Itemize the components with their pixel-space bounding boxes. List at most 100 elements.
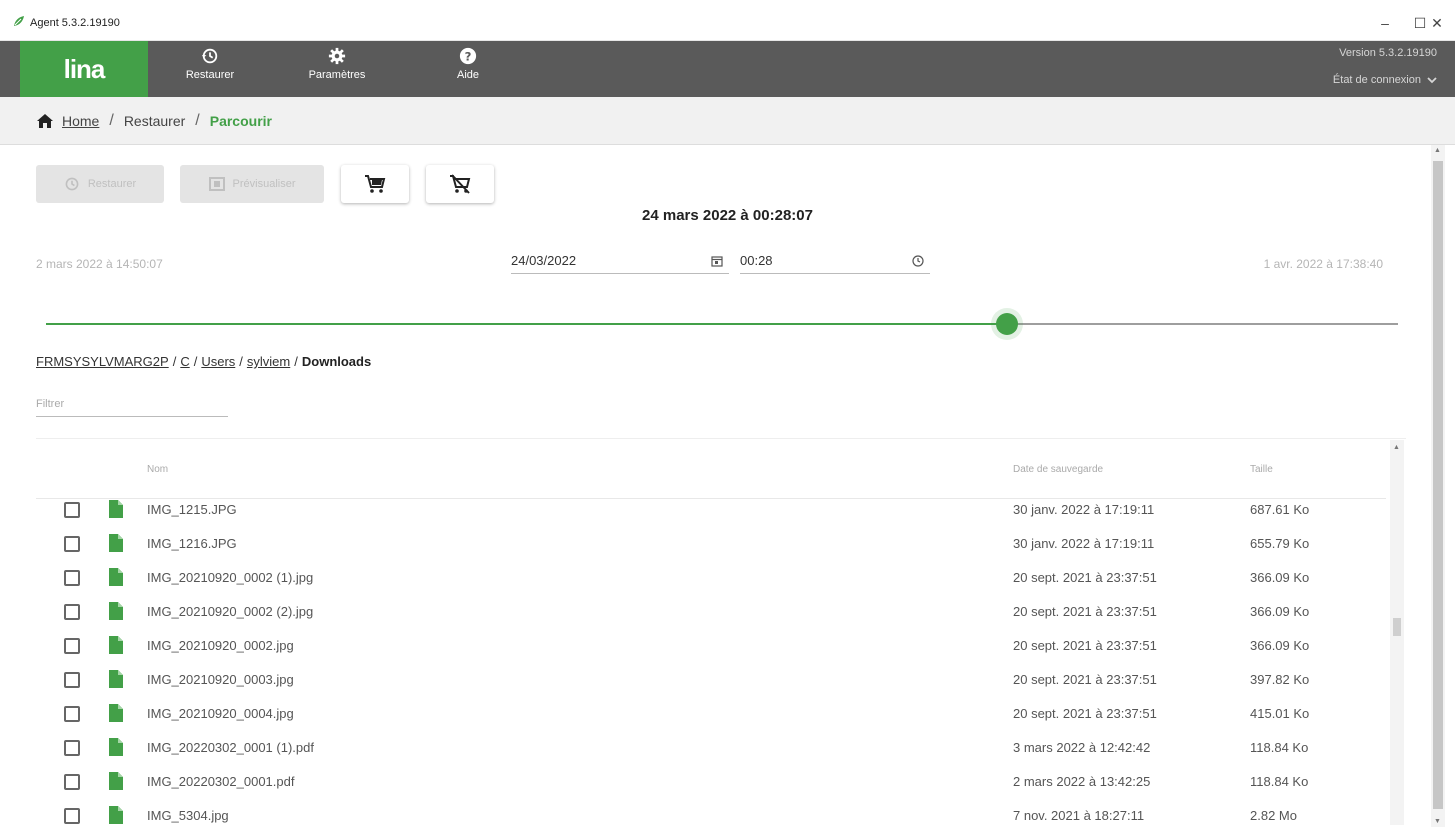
table-row[interactable]: IMG_20210920_0002 (1).jpg 20 sept. 2021 à… (36, 561, 1386, 595)
column-header-size[interactable]: Taille (1250, 464, 1273, 475)
calendar-icon[interactable] (711, 255, 723, 267)
nav-restaurer-label: Restaurer (185, 69, 235, 81)
timeline-slider-track[interactable] (46, 323, 1398, 325)
snapshot-title: 24 mars 2022 à 00:28:07 (642, 207, 813, 224)
column-header-name[interactable]: Nom (147, 464, 168, 475)
cart-off-icon (450, 174, 471, 194)
date-field[interactable]: 24/03/2022 (511, 248, 729, 274)
file-icon (109, 704, 123, 722)
file-size: 366.09 Ko (1250, 638, 1310, 653)
file-backup-date: 7 nov. 2021 à 18:27:11 (1013, 808, 1145, 823)
table-row[interactable]: IMG_20210920_0004.jpg 20 sept. 2021 à 23:… (36, 697, 1386, 731)
table-row[interactable]: IMG_1216.JPG 30 janv. 2022 à 17:19:11 655.… (36, 527, 1386, 561)
table-row[interactable]: IMG_20210920_0002 (2).jpg 20 sept. 2021 à… (36, 595, 1386, 629)
clock-icon[interactable] (912, 254, 924, 267)
range-end-label: 1 avr. 2022 à 17:38:40 (1263, 257, 1383, 271)
file-size: 118.84 Ko (1250, 774, 1309, 789)
scroll-up-arrow-icon[interactable]: ▲ (1393, 444, 1400, 451)
table-row[interactable]: IMG_5304.jpg 7 nov. 2021 à 18:27:11 2.82 M… (36, 799, 1386, 827)
version-label: Version 5.3.2.19190 (1339, 47, 1437, 59)
file-icon (109, 636, 123, 654)
file-icon (109, 670, 123, 688)
preview-button[interactable]: Prévisualiser (180, 165, 324, 203)
add-to-cart-button[interactable] (341, 165, 409, 203)
help-icon: ? (459, 47, 477, 65)
breadcrumb-restaurer[interactable]: Restaurer (124, 113, 185, 129)
path-segment[interactable]: FRMSYSYLVMARG2P (36, 354, 169, 369)
file-name: IMG_20210920_0002.jpg (147, 638, 294, 653)
row-checkbox[interactable] (64, 502, 80, 518)
path-separator: / (193, 354, 198, 369)
table-row[interactable]: IMG_1215.JPG 30 janv. 2022 à 17:19:11 687.… (36, 493, 1386, 527)
column-header-date[interactable]: Date de sauvegarde (1013, 464, 1103, 475)
file-backup-date: 20 sept. 2021 à 23:37:51 (1013, 638, 1157, 653)
path-segment[interactable]: sylviem (247, 354, 290, 369)
path-segment[interactable]: Users (201, 354, 235, 369)
history-icon (201, 48, 218, 64)
file-name: IMG_20210920_0002 (2).jpg (147, 604, 314, 619)
path-separator: / (239, 354, 243, 369)
file-size: 118.84 Ko (1250, 740, 1309, 755)
window-title: Agent 5.3.2.19190 (30, 17, 120, 29)
page-scrollbar[interactable]: ▲ ▼ (1431, 145, 1445, 827)
row-checkbox[interactable] (64, 638, 80, 654)
preview-icon (208, 177, 225, 191)
restore-button[interactable]: Restaurer (36, 165, 164, 203)
close-button[interactable]: ✕ (1422, 10, 1452, 36)
breadcrumb-home[interactable]: Home (62, 113, 99, 129)
row-checkbox[interactable] (64, 808, 80, 824)
row-checkbox[interactable] (64, 604, 80, 620)
file-backup-date: 20 sept. 2021 à 23:37:51 (1013, 570, 1157, 585)
table-scrollbar[interactable]: ▲ (1390, 440, 1404, 825)
timeline-slider-thumb[interactable] (996, 313, 1019, 335)
gear-icon (328, 47, 346, 65)
table-header: Nom Date de sauvegarde Taille (36, 439, 1386, 499)
file-table: Nom Date de sauvegarde Taille IMG_1215.J… (36, 438, 1406, 827)
cart-icon (365, 175, 386, 193)
timeline-slider-fill (46, 323, 1008, 325)
file-size: 415.01 Ko (1250, 706, 1310, 721)
date-value: 24/03/2022 (511, 253, 577, 268)
time-field[interactable]: 00:28 (740, 248, 930, 274)
page-scrollbar-thumb[interactable] (1433, 161, 1443, 809)
table-scrollbar-thumb[interactable] (1393, 618, 1401, 636)
nav-parametres[interactable]: Paramètres (300, 47, 374, 81)
file-name: IMG_1215.JPG (147, 502, 237, 517)
chevron-down-icon (1427, 76, 1437, 83)
row-checkbox[interactable] (64, 774, 80, 790)
table-row[interactable]: IMG_20220302_0001.pdf 2 mars 2022 à 13:42… (36, 765, 1386, 799)
file-icon (109, 602, 123, 620)
table-row[interactable]: IMG_20220302_0001 (1).pdf 3 mars 2022 à 1… (36, 731, 1386, 765)
row-checkbox[interactable] (64, 706, 80, 722)
file-size: 687.61 Ko (1250, 502, 1310, 517)
file-backup-date: 30 janv. 2022 à 17:19:11 (1013, 502, 1155, 517)
row-checkbox[interactable] (64, 672, 80, 688)
nav-aide-label: Aide (456, 69, 480, 81)
breadcrumb: Home / Restaurer / Parcourir (0, 97, 1455, 145)
scroll-up-arrow-icon[interactable]: ▲ (1434, 147, 1441, 154)
file-size: 2.82 Mo (1250, 808, 1297, 823)
nav-restaurer[interactable]: Restaurer (180, 47, 240, 81)
filter-input[interactable]: Filtrer (36, 391, 228, 417)
remove-from-cart-button[interactable] (426, 165, 494, 203)
row-checkbox[interactable] (64, 536, 80, 552)
range-start-label: 2 mars 2022 à 14:50:07 (36, 257, 163, 271)
file-size: 366.09 Ko (1250, 570, 1310, 585)
row-checkbox[interactable] (64, 570, 80, 586)
preview-button-label: Prévisualiser (232, 178, 296, 190)
time-value: 00:28 (740, 253, 773, 268)
file-name: IMG_20210920_0002 (1).jpg (147, 570, 314, 585)
file-name: IMG_20220302_0001 (1).pdf (147, 740, 314, 755)
lina-logo[interactable]: lina (20, 41, 148, 97)
minimize-button[interactable]: – (1370, 10, 1400, 36)
file-size: 366.09 Ko (1250, 604, 1310, 619)
home-icon[interactable] (36, 113, 54, 129)
nav-aide[interactable]: ? Aide (448, 47, 488, 81)
table-row[interactable]: IMG_20210920_0003.jpg 20 sept. 2021 à 23:… (36, 663, 1386, 697)
connection-status-dropdown[interactable]: État de connexion (1333, 74, 1437, 86)
row-checkbox[interactable] (64, 740, 80, 756)
breadcrumb-current: Parcourir (209, 112, 272, 129)
table-row[interactable]: IMG_20210920_0002.jpg 20 sept. 2021 à 23:… (36, 629, 1386, 663)
path-segment[interactable]: C (180, 354, 189, 369)
scroll-down-arrow-icon[interactable]: ▼ (1434, 818, 1441, 825)
